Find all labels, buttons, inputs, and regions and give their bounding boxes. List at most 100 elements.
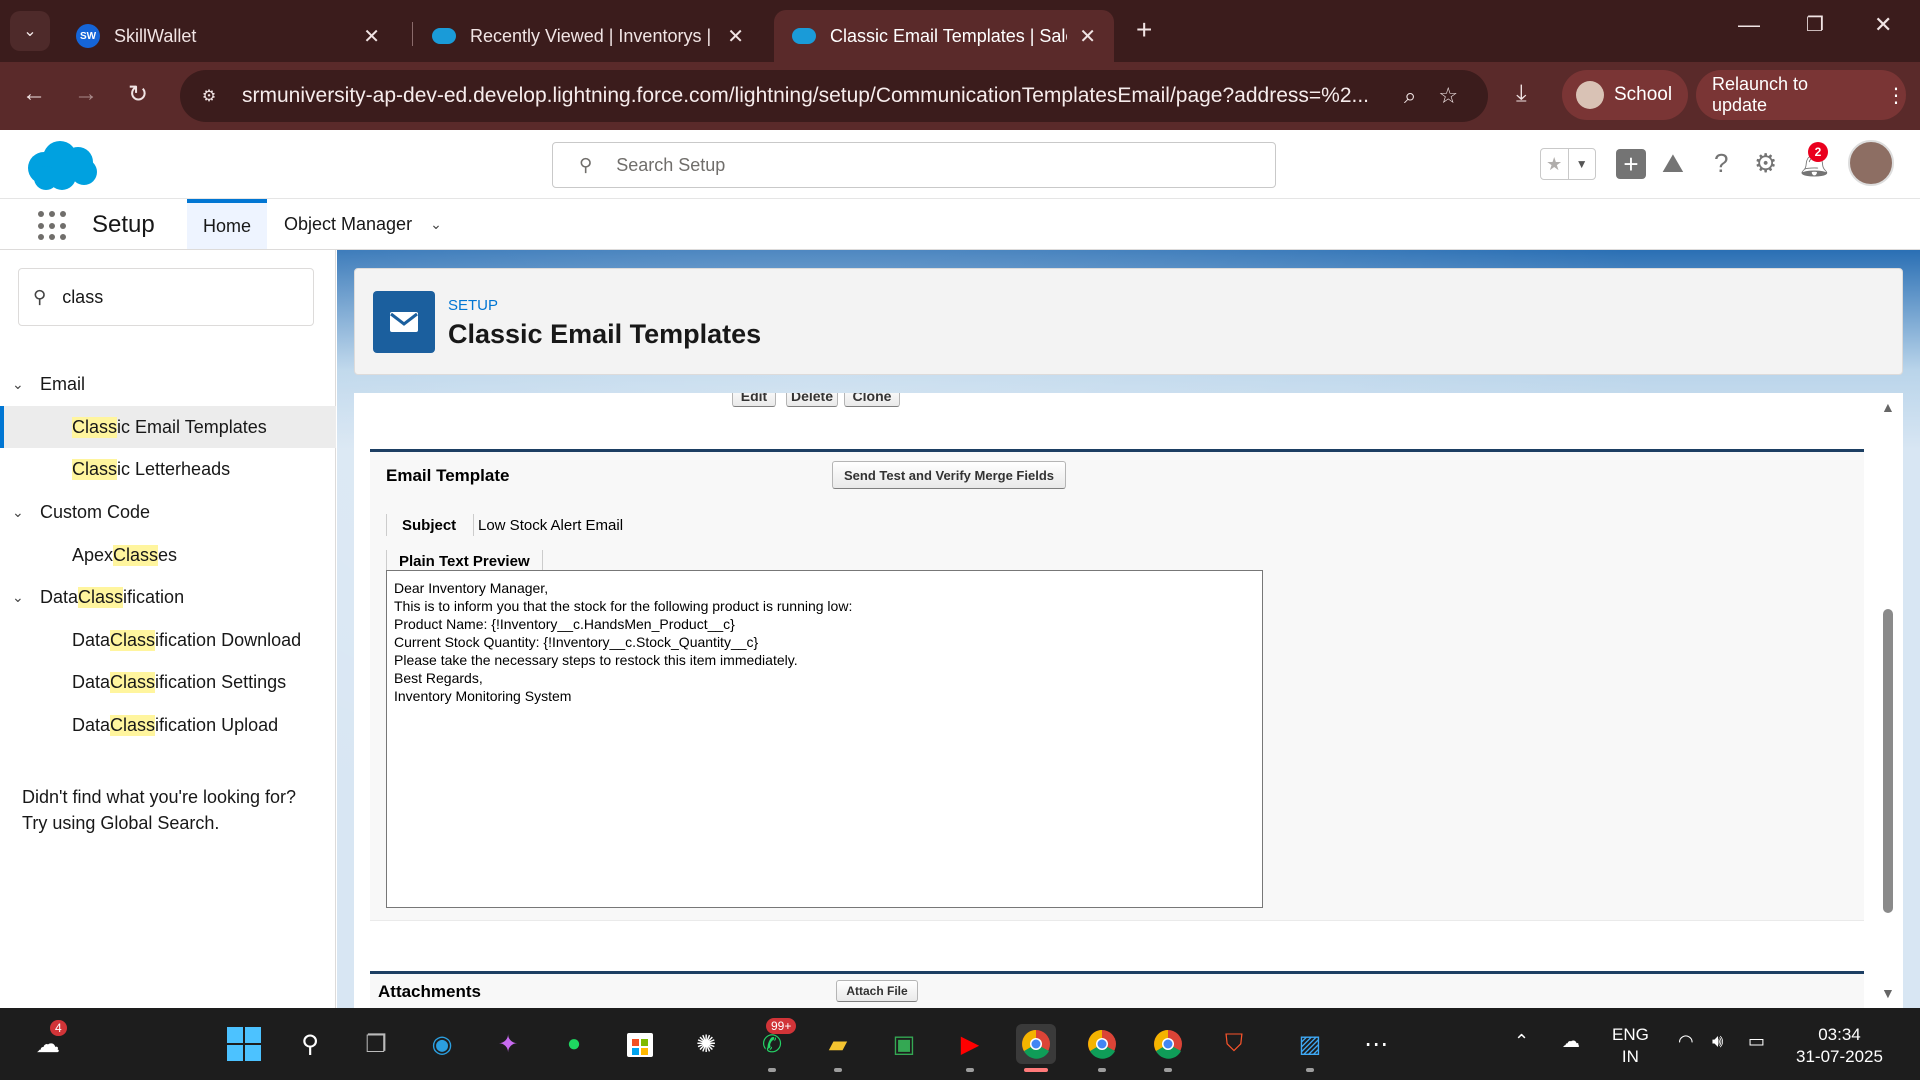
clock[interactable]: 03:34 31-07-2025: [1796, 1024, 1883, 1068]
edge-icon[interactable]: ◉: [422, 1024, 462, 1064]
bookmark-star-icon[interactable]: ☆: [1438, 83, 1458, 109]
close-icon[interactable]: ✕: [1079, 24, 1096, 49]
tree-item-data-classification-settings[interactable]: Data Class ification Settings: [0, 661, 336, 703]
forward-arrow-icon[interactable]: →: [74, 80, 98, 108]
chevron-down-icon: ⌄: [23, 23, 37, 40]
onedrive-icon[interactable]: ☁: [1562, 1030, 1580, 1052]
file-explorer-icon[interactable]: ▰: [818, 1024, 858, 1064]
language-line: ENG: [1612, 1025, 1649, 1044]
microsoft-store-icon[interactable]: [620, 1024, 660, 1064]
brave-icon[interactable]: ⛉: [1214, 1024, 1254, 1064]
profile-button[interactable]: School: [1562, 70, 1688, 120]
edit-button[interactable]: Edit: [732, 393, 776, 407]
relaunch-button[interactable]: Relaunch to update ⋮: [1696, 70, 1906, 120]
search-icon[interactable]: ⚲: [290, 1024, 330, 1064]
reload-icon[interactable]: ↻: [128, 80, 148, 109]
scroll-down-icon[interactable]: ▼: [1881, 985, 1895, 1001]
scrollbar-thumb[interactable]: [1883, 609, 1893, 913]
label-part: ic Letterheads: [117, 458, 231, 479]
tab-skillwallet[interactable]: SW SkillWallet ✕: [58, 10, 398, 62]
not-found-hint: Didn't find what you're looking for? Try…: [22, 784, 322, 836]
tab-recently-viewed[interactable]: Recently Viewed | Inventorys | S ✕: [414, 10, 762, 62]
zoom-icon[interactable]: ⌕: [1404, 83, 1416, 109]
tree-item-classic-letterheads[interactable]: Class ic Letterheads: [0, 448, 336, 490]
body-line: This is to inform you that the stock for…: [394, 598, 853, 614]
search-highlight: Class: [78, 587, 124, 608]
minimize-icon[interactable]: —: [1738, 12, 1760, 38]
attach-file-button[interactable]: Attach File: [836, 980, 918, 1002]
quick-find-input[interactable]: ⚲ class: [18, 268, 314, 326]
tab-object-manager[interactable]: Object Manager ⌄: [268, 199, 458, 249]
tree-item-classic-email-templates[interactable]: Class ic Email Templates: [0, 406, 336, 448]
running-indicator: [1098, 1068, 1106, 1072]
breadcrumb[interactable]: SETUP: [448, 297, 498, 314]
plain-text-preview-label: Plain Text Preview: [386, 550, 543, 572]
language-indicator[interactable]: ENG IN: [1612, 1024, 1649, 1068]
clock-time: 03:34: [1818, 1025, 1861, 1044]
google-classroom-icon[interactable]: ▣: [884, 1024, 924, 1064]
copilot-icon[interactable]: ✦: [488, 1024, 528, 1064]
wifi-icon[interactable]: ◠: [1678, 1030, 1694, 1052]
send-test-button[interactable]: Send Test and Verify Merge Fields: [832, 461, 1066, 489]
salesforce-logo[interactable]: [22, 138, 100, 192]
subject-value: Low Stock Alert Email: [473, 514, 623, 536]
windows-taskbar: ☁ 4 ⚲ ❐ ◉ ✦ ● ✺ ✆ 99+ ▰ ▣ ▶ ⛉ ▨ ⋯ ⌃ ☁ EN…: [0, 1008, 1920, 1080]
whatsapp-badge: 99+: [766, 1018, 797, 1034]
close-window-icon[interactable]: ✕: [1874, 12, 1892, 38]
caret-down-icon[interactable]: ▼: [1567, 149, 1596, 179]
new-tab-icon[interactable]: +: [1136, 14, 1152, 46]
clone-button[interactable]: Clone: [844, 393, 900, 407]
tab-search-button[interactable]: ⌄: [10, 11, 50, 51]
app-launcher-icon[interactable]: [38, 211, 68, 241]
more-vert-icon[interactable]: ⋮: [1886, 83, 1906, 108]
star-icon[interactable]: ★: [1541, 149, 1568, 179]
global-actions-add-icon[interactable]: +: [1616, 149, 1646, 179]
photos-icon[interactable]: ▨: [1290, 1024, 1330, 1064]
favorites-button-group[interactable]: ★ ▼: [1540, 148, 1596, 180]
tree-item-apex-classes[interactable]: Apex Class es: [0, 534, 336, 576]
clock-date: 31-07-2025: [1796, 1047, 1883, 1066]
volume-icon[interactable]: 🔊︎: [1712, 1030, 1723, 1052]
spotify-icon[interactable]: ●: [554, 1024, 594, 1064]
tree-group-email[interactable]: ⌄ Email: [12, 374, 85, 395]
tree-group-custom-code[interactable]: ⌄ Custom Code: [12, 502, 150, 523]
tree-group-data-classification[interactable]: ⌄ Data Class ification: [12, 587, 184, 608]
chevron-down-icon: ⌄: [12, 589, 24, 605]
global-search-link[interactable]: Try using Global Search.: [22, 810, 322, 836]
setup-gear-icon[interactable]: ⚙: [1754, 148, 1777, 179]
tab-home-label: Home: [203, 215, 252, 236]
label-part: ic Email Templates: [117, 416, 267, 437]
chevron-down-icon[interactable]: ⌄: [430, 216, 442, 233]
more-apps-icon[interactable]: ⋯: [1356, 1024, 1396, 1064]
tree-item-data-classification-upload[interactable]: Data Class ification Upload: [0, 704, 336, 746]
close-icon[interactable]: ✕: [727, 24, 744, 49]
address-bar[interactable]: ⚙ srmuniversity-ap-dev-ed.develop.lightn…: [180, 70, 1488, 122]
setup-search-input[interactable]: ⚲ Search Setup: [552, 142, 1276, 188]
chrome-profile-icon[interactable]: [1082, 1024, 1122, 1064]
youtube-icon[interactable]: ▶: [950, 1024, 990, 1064]
show-hidden-icons-icon[interactable]: ⌃: [1514, 1030, 1529, 1052]
frame-scrollbar[interactable]: ▲ ▼: [1873, 393, 1903, 1008]
close-icon[interactable]: ✕: [363, 24, 380, 49]
task-view-icon[interactable]: ❐: [356, 1024, 396, 1064]
url-text[interactable]: srmuniversity-ap-dev-ed.develop.lightnin…: [242, 84, 1382, 108]
delete-button[interactable]: Delete: [786, 393, 838, 407]
site-info-icon[interactable]: ⚙: [192, 79, 226, 113]
plain-text-preview-box[interactable]: Dear Inventory Manager, This is to infor…: [386, 570, 1263, 908]
windows-start-icon[interactable]: [224, 1024, 264, 1064]
tab-classic-email-templates[interactable]: Classic Email Templates | Salesfo ✕: [774, 10, 1114, 62]
label-part: ification Download: [155, 629, 302, 650]
battery-icon[interactable]: ▭: [1748, 1030, 1765, 1052]
help-icon[interactable]: ?: [1714, 148, 1728, 179]
back-arrow-icon[interactable]: ←: [22, 80, 46, 108]
tree-item-data-classification-download[interactable]: Data Class ification Download: [0, 619, 336, 661]
chrome-active-icon[interactable]: [1016, 1024, 1056, 1064]
download-icon[interactable]: ⤓: [1516, 80, 1527, 108]
chatgpt-icon[interactable]: ✺: [686, 1024, 726, 1064]
user-avatar[interactable]: [1848, 140, 1894, 186]
chrome-profile-icon[interactable]: [1148, 1024, 1188, 1064]
restore-icon[interactable]: ❐: [1806, 12, 1824, 37]
scroll-up-icon[interactable]: ▲: [1881, 399, 1895, 415]
tab-home[interactable]: Home: [187, 199, 268, 249]
trailhead-icon[interactable]: ⛰: [1662, 148, 1684, 180]
